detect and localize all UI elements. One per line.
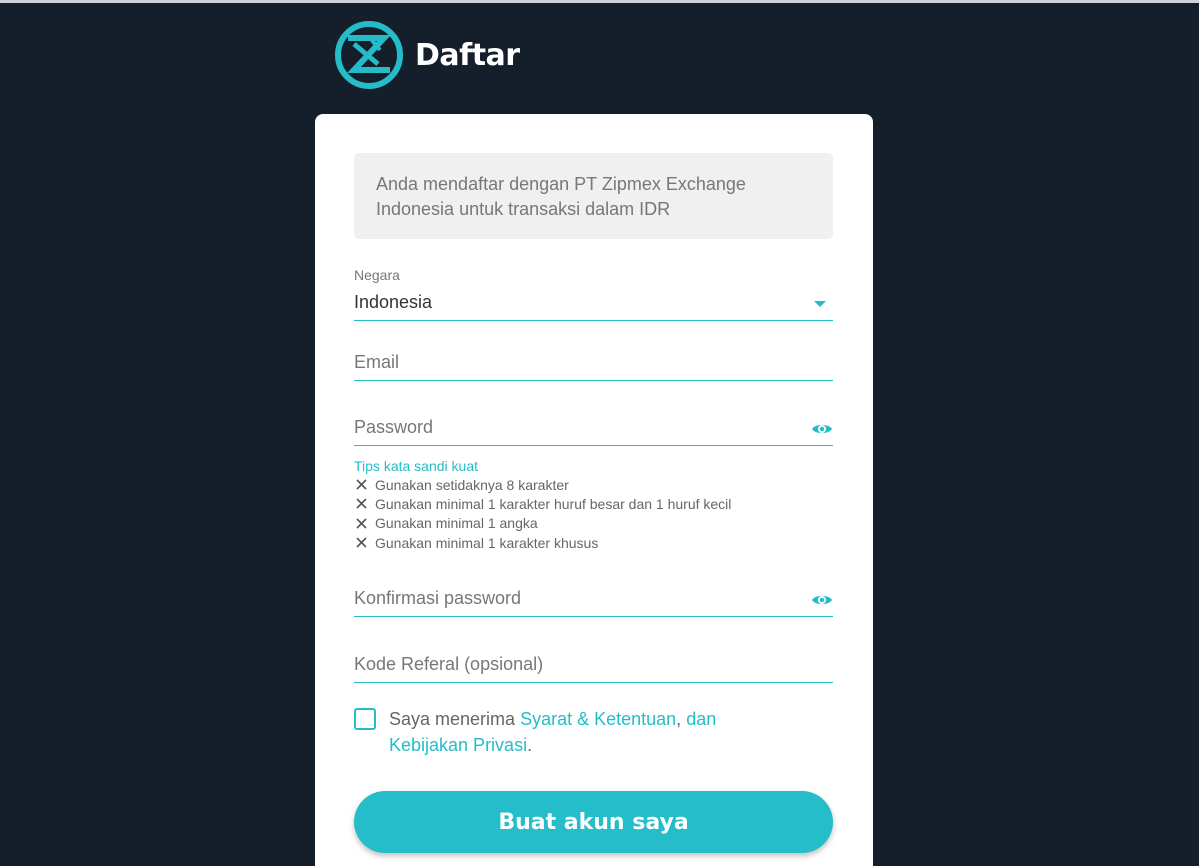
referral-code-field[interactable]: Kode Referal (opsional)	[354, 649, 833, 683]
close-x-icon	[356, 498, 367, 510]
zipmex-logo-icon	[335, 21, 403, 89]
email-placeholder: Email	[354, 352, 400, 372]
terms-agreement: Saya menerima Syarat & Ketentuan, dan Keb…	[354, 706, 833, 758]
password-tip-text: Gunakan setidaknya 8 karakter	[375, 476, 569, 493]
password-tips-title: Tips kata sandi kuat	[354, 458, 478, 474]
password-tip-text: Gunakan minimal 1 karakter khusus	[375, 534, 599, 551]
entity-notice: Anda mendaftar dengan PT Zipmex Exchange…	[354, 153, 833, 239]
password-tips: Tips kata sandi kuat Gunakan setidaknya …	[354, 457, 833, 552]
terms-prefix: Saya menerima	[389, 709, 521, 729]
page-header: Daftar	[334, 20, 520, 90]
password-placeholder: Password	[354, 417, 434, 437]
terms-link[interactable]: Syarat & Ketentuan	[520, 709, 676, 729]
privacy-link[interactable]: Kebijakan Privasi	[389, 735, 527, 755]
terms-and-text: dan	[681, 709, 717, 729]
confirm-password-placeholder: Konfirmasi password	[354, 588, 522, 608]
confirm-password-field[interactable]: Konfirmasi password	[354, 583, 833, 617]
terms-text: Saya menerima Syarat & Ketentuan, dan Keb…	[389, 706, 716, 758]
password-tip-text: Gunakan minimal 1 karakter huruf besar d…	[375, 495, 732, 512]
close-x-icon	[356, 479, 367, 490]
email-field[interactable]: Email	[354, 347, 833, 381]
browser-top-border	[0, 0, 1199, 3]
terms-suffix: .	[527, 735, 533, 755]
page-title: Daftar	[415, 37, 520, 73]
referral-code-placeholder: Kode Referal (opsional)	[354, 654, 544, 674]
eye-icon[interactable]	[811, 593, 833, 607]
close-x-icon	[356, 537, 367, 548]
password-tip-item: Gunakan minimal 1 karakter huruf besar d…	[354, 494, 833, 513]
password-tip-item: Gunakan minimal 1 angka	[354, 514, 833, 533]
country-select[interactable]: Negara Indonesia	[354, 267, 833, 321]
password-tip-item: Gunakan minimal 1 karakter khusus	[354, 533, 833, 552]
eye-icon[interactable]	[811, 422, 833, 436]
password-tip-text: Gunakan minimal 1 angka	[375, 515, 538, 532]
dropdown-arrow-icon[interactable]	[814, 301, 826, 307]
password-tip-item: Gunakan setidaknya 8 karakter	[354, 475, 833, 494]
close-x-icon	[356, 518, 367, 529]
create-account-button[interactable]: Buat akun saya	[354, 791, 833, 853]
password-field[interactable]: Password	[354, 412, 833, 446]
terms-checkbox[interactable]	[354, 708, 376, 730]
signup-card: Anda mendaftar dengan PT Zipmex Exchange…	[315, 114, 873, 866]
country-value: Indonesia	[354, 292, 433, 312]
country-label: Negara	[354, 267, 400, 283]
